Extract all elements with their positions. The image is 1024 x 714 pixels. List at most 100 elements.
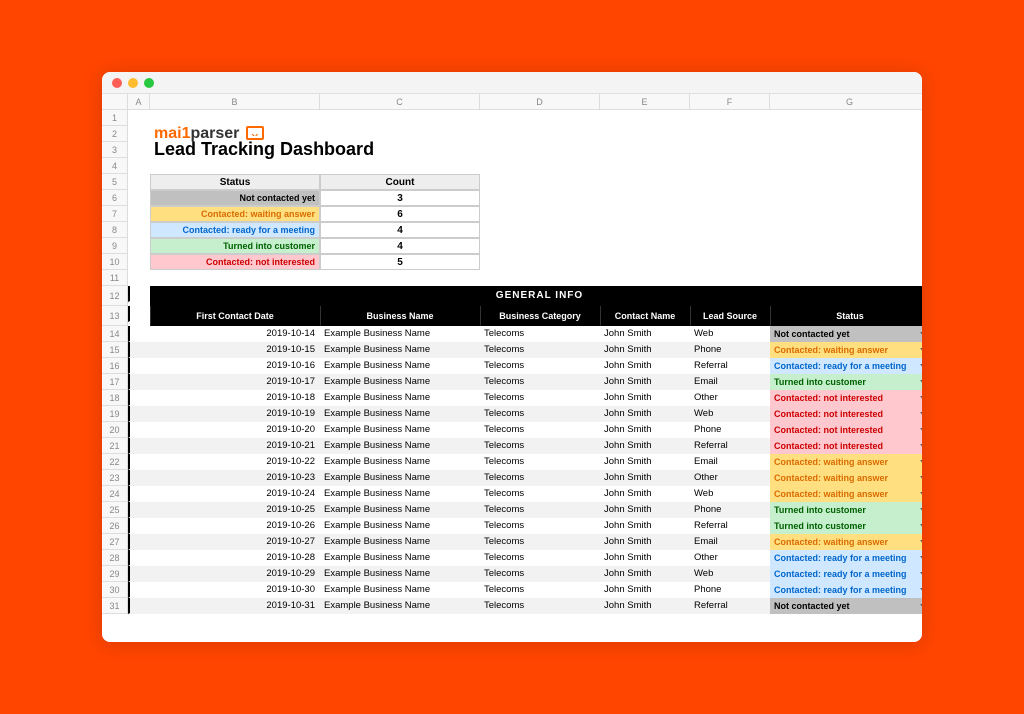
column-header[interactable]: A [128, 94, 150, 110]
lead-date[interactable]: 2019-10-14 [150, 326, 320, 342]
lead-date[interactable]: 2019-10-30 [150, 582, 320, 598]
lead-source[interactable]: Referral [690, 438, 770, 454]
lead-date[interactable]: 2019-10-20 [150, 422, 320, 438]
lead-status-dropdown[interactable]: Contacted: not interested [770, 422, 922, 438]
lead-category[interactable]: Telecoms [480, 470, 600, 486]
lead-business[interactable]: Example Business Name [320, 342, 480, 358]
empty-cell[interactable] [128, 286, 150, 302]
empty-cell[interactable] [128, 342, 150, 358]
empty-cell[interactable] [128, 222, 150, 238]
lead-status-dropdown[interactable]: Contacted: ready for a meeting [770, 358, 922, 374]
empty-cell[interactable] [128, 550, 150, 566]
lead-source[interactable]: Phone [690, 502, 770, 518]
row-header[interactable]: 24 [102, 486, 128, 502]
lead-contact[interactable]: John Smith [600, 374, 690, 390]
lead-contact[interactable]: John Smith [600, 502, 690, 518]
lead-status-dropdown[interactable]: Contacted: ready for a meeting [770, 566, 922, 582]
lead-status-dropdown[interactable]: Contacted: waiting answer [770, 470, 922, 486]
empty-cell[interactable] [770, 174, 922, 190]
empty-cell[interactable] [480, 206, 600, 222]
row-header[interactable]: 9 [102, 238, 128, 254]
row-header[interactable]: 7 [102, 206, 128, 222]
empty-cell[interactable] [770, 270, 922, 286]
empty-cell[interactable] [128, 306, 150, 322]
maximize-icon[interactable] [144, 78, 154, 88]
row-header[interactable]: 26 [102, 518, 128, 534]
empty-cell[interactable] [128, 486, 150, 502]
empty-cell[interactable] [480, 174, 600, 190]
row-header[interactable]: 18 [102, 390, 128, 406]
empty-cell[interactable] [690, 190, 770, 206]
empty-cell[interactable] [600, 238, 690, 254]
empty-cell[interactable] [770, 190, 922, 206]
empty-cell[interactable] [770, 158, 922, 174]
empty-cell[interactable] [128, 438, 150, 454]
lead-business[interactable]: Example Business Name [320, 374, 480, 390]
lead-category[interactable]: Telecoms [480, 390, 600, 406]
corner-cell[interactable] [102, 94, 128, 110]
lead-source[interactable]: Phone [690, 422, 770, 438]
empty-cell[interactable] [320, 110, 480, 126]
empty-cell[interactable] [600, 270, 690, 286]
row-header[interactable]: 11 [102, 270, 128, 286]
empty-cell[interactable] [770, 222, 922, 238]
lead-business[interactable]: Example Business Name [320, 390, 480, 406]
empty-cell[interactable] [128, 238, 150, 254]
empty-cell[interactable] [128, 454, 150, 470]
empty-cell[interactable] [600, 190, 690, 206]
lead-source[interactable]: Other [690, 550, 770, 566]
table-column-header[interactable]: Status [770, 306, 922, 326]
lead-source[interactable]: Other [690, 390, 770, 406]
lead-business[interactable]: Example Business Name [320, 518, 480, 534]
lead-category[interactable]: Telecoms [480, 598, 600, 614]
empty-cell[interactable] [480, 222, 600, 238]
lead-status-dropdown[interactable]: Contacted: waiting answer [770, 486, 922, 502]
empty-cell[interactable] [128, 142, 150, 158]
empty-cell[interactable] [690, 254, 770, 270]
row-header[interactable]: 17 [102, 374, 128, 390]
empty-cell[interactable] [128, 270, 150, 286]
row-header[interactable]: 29 [102, 566, 128, 582]
lead-business[interactable]: Example Business Name [320, 534, 480, 550]
lead-status-dropdown[interactable]: Contacted: waiting answer [770, 342, 922, 358]
lead-business[interactable]: Example Business Name [320, 438, 480, 454]
lead-status-dropdown[interactable]: Not contacted yet [770, 326, 922, 342]
row-header[interactable]: 31 [102, 598, 128, 614]
row-header[interactable]: 14 [102, 326, 128, 342]
row-header[interactable]: 30 [102, 582, 128, 598]
empty-cell[interactable] [690, 174, 770, 190]
row-header[interactable]: 25 [102, 502, 128, 518]
empty-cell[interactable] [600, 158, 690, 174]
row-header[interactable]: 10 [102, 254, 128, 270]
lead-status-dropdown[interactable]: Not contacted yet [770, 598, 922, 614]
empty-cell[interactable] [128, 566, 150, 582]
empty-cell[interactable] [690, 158, 770, 174]
empty-cell[interactable] [600, 222, 690, 238]
empty-cell[interactable] [480, 110, 600, 126]
empty-cell[interactable] [128, 406, 150, 422]
lead-category[interactable]: Telecoms [480, 422, 600, 438]
empty-cell[interactable] [600, 206, 690, 222]
lead-contact[interactable]: John Smith [600, 326, 690, 342]
lead-date[interactable]: 2019-10-31 [150, 598, 320, 614]
row-header[interactable]: 13 [102, 306, 128, 326]
lead-category[interactable]: Telecoms [480, 582, 600, 598]
empty-cell[interactable] [770, 206, 922, 222]
lead-date[interactable]: 2019-10-26 [150, 518, 320, 534]
lead-date[interactable]: 2019-10-28 [150, 550, 320, 566]
empty-cell[interactable] [128, 110, 150, 126]
empty-cell[interactable] [128, 502, 150, 518]
lead-category[interactable]: Telecoms [480, 454, 600, 470]
empty-cell[interactable] [480, 142, 600, 158]
empty-cell[interactable] [690, 110, 770, 126]
column-header[interactable]: E [600, 94, 690, 110]
empty-cell[interactable] [128, 206, 150, 222]
row-header[interactable]: 23 [102, 470, 128, 486]
empty-cell[interactable] [600, 142, 690, 158]
lead-business[interactable]: Example Business Name [320, 470, 480, 486]
row-header[interactable]: 15 [102, 342, 128, 358]
row-header[interactable]: 12 [102, 286, 128, 306]
lead-contact[interactable]: John Smith [600, 438, 690, 454]
lead-category[interactable]: Telecoms [480, 326, 600, 342]
empty-cell[interactable] [690, 142, 770, 158]
